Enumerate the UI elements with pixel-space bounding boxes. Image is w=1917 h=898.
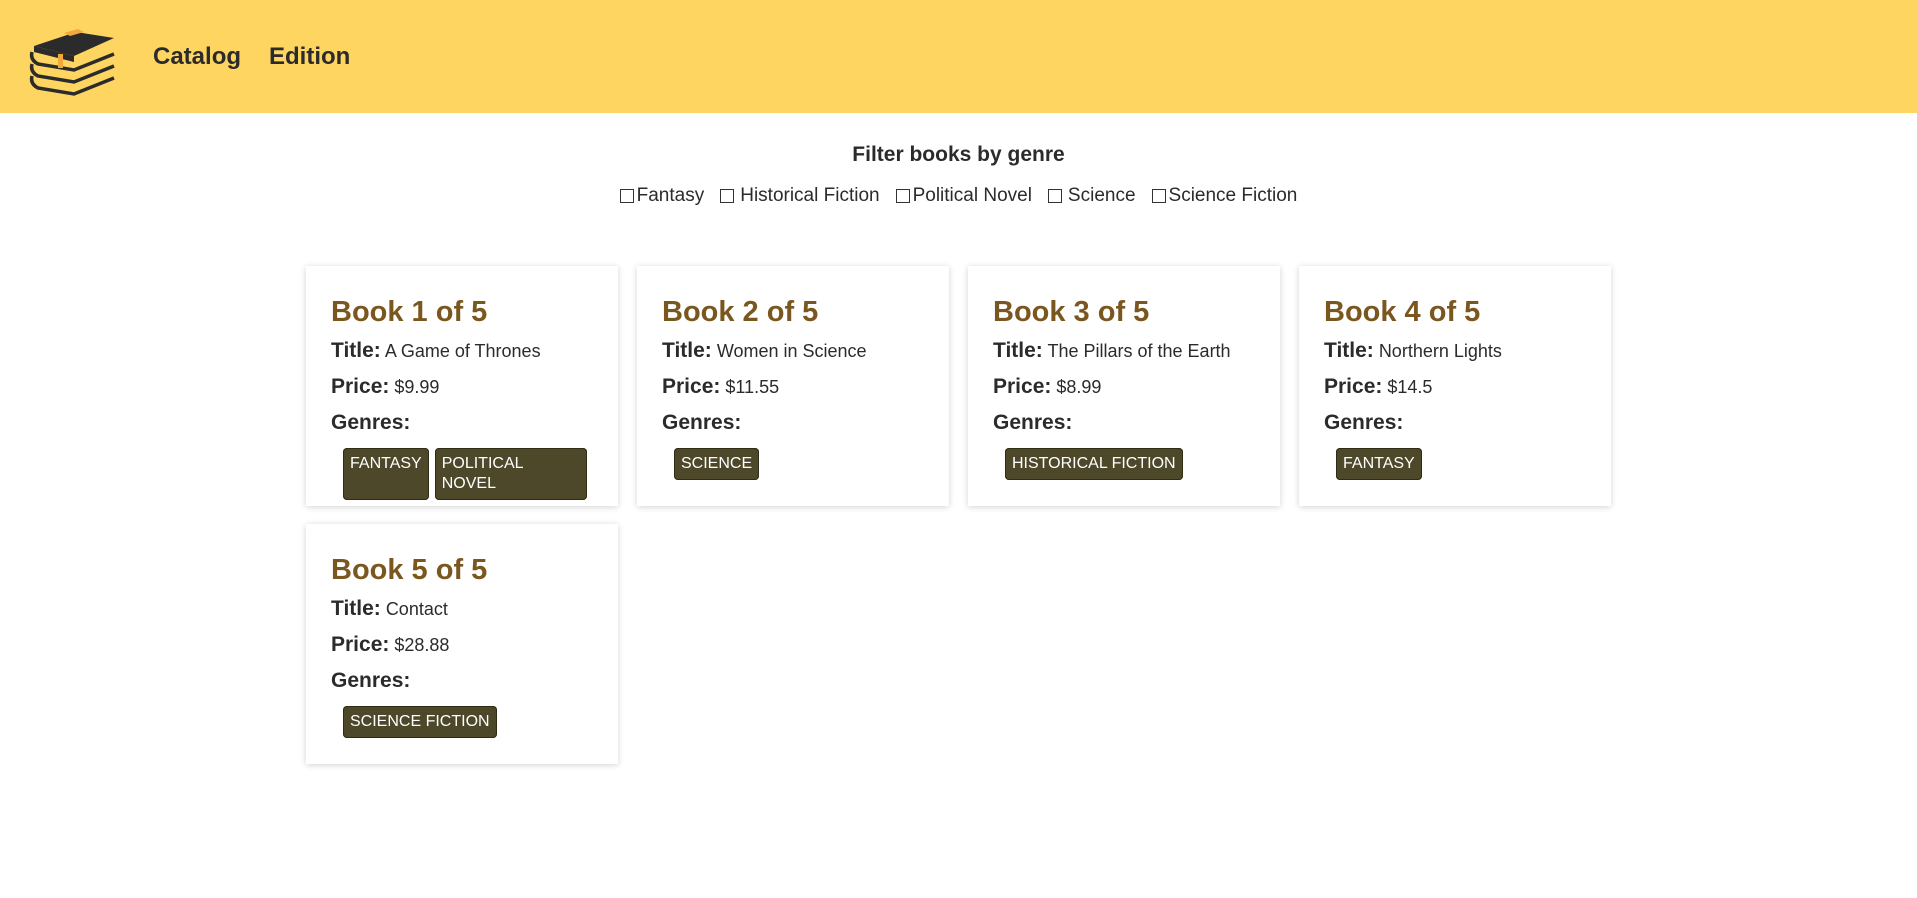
filter-option-label: Science xyxy=(1067,185,1136,206)
genre-tag: HISTORICAL FICTION xyxy=(1005,448,1183,480)
book-price-row: Price: $28.88 xyxy=(331,632,593,658)
genre-tag: FANTASY xyxy=(343,448,429,500)
filter-science-fiction[interactable]: Science Fiction xyxy=(1151,185,1298,207)
title-label: Title: xyxy=(331,339,381,362)
genre-tags: SCIENCE FICTION xyxy=(331,706,593,738)
filter-fantasy[interactable]: Fantasy xyxy=(619,185,705,207)
book-title-row: Title: Women in Science xyxy=(662,338,924,364)
genres-label: Genres: xyxy=(662,411,742,434)
genre-tag: POLITICAL NOVEL xyxy=(434,448,587,500)
title-label: Title: xyxy=(1324,339,1374,362)
filter-political-novel[interactable]: Political Novel xyxy=(895,185,1032,207)
filter-option-label: Historical Fiction xyxy=(740,185,880,206)
book-genres-row: Genres: xyxy=(993,410,1255,436)
nav-catalog-link[interactable]: Catalog xyxy=(153,43,241,71)
filter-option-label: Political Novel xyxy=(912,185,1032,206)
fantasy-checkbox[interactable] xyxy=(619,189,634,203)
book-price: $8.99 xyxy=(1056,377,1102,397)
book-price-row: Price: $11.55 xyxy=(662,374,924,400)
book-heading: Book 4 of 5 xyxy=(1324,296,1481,328)
price-label: Price: xyxy=(662,375,721,398)
book-title-row: Title: A Game of Thrones xyxy=(331,338,593,364)
title-label: Title: xyxy=(662,339,712,362)
price-label: Price: xyxy=(331,633,390,656)
top-navbar: Catalog Edition xyxy=(0,0,1917,113)
genres-label: Genres: xyxy=(331,669,411,692)
price-label: Price: xyxy=(993,375,1052,398)
book-price: $11.55 xyxy=(725,377,780,397)
price-label: Price: xyxy=(1324,375,1383,398)
genre-tag: SCIENCE xyxy=(674,448,760,480)
book-title-row: Title: Contact xyxy=(331,596,593,622)
genre-tags: FANTASY xyxy=(1324,448,1586,480)
filter-science[interactable]: Science xyxy=(1047,185,1136,207)
book-price-row: Price: $9.99 xyxy=(331,374,593,400)
filter-options: Fantasy Historical Fiction Political Nov… xyxy=(0,185,1917,207)
filter-option-label: Fantasy xyxy=(636,185,705,206)
genre-tags: HISTORICAL FICTION xyxy=(993,448,1255,480)
book-title: Women in Science xyxy=(716,341,867,361)
book-price-row: Price: $8.99 xyxy=(993,374,1255,400)
book-card: Book 2 of 5 Title: Women in Science Pric… xyxy=(637,266,949,506)
book-heading: Book 2 of 5 xyxy=(662,296,819,328)
book-title-row: Title: Northern Lights xyxy=(1324,338,1586,364)
genre-filter: Filter books by genre Fantasy Historical… xyxy=(0,143,1917,207)
book-heading: Book 5 of 5 xyxy=(331,554,488,586)
filter-historical-fiction[interactable]: Historical Fiction xyxy=(720,185,880,207)
book-genres-row: Genres: xyxy=(331,668,593,694)
genre-tag: FANTASY xyxy=(1336,448,1422,480)
book-title-row: Title: The Pillars of the Earth xyxy=(993,338,1255,364)
title-label: Title: xyxy=(993,339,1043,362)
book-genres-row: Genres: xyxy=(1324,410,1586,436)
book-card: Book 1 of 5 Title: A Game of Thrones Pri… xyxy=(306,266,618,506)
book-title: A Game of Thrones xyxy=(384,341,541,361)
book-price: $9.99 xyxy=(394,377,440,397)
book-card: Book 4 of 5 Title: Northern Lights Price… xyxy=(1299,266,1611,506)
book-card: Book 3 of 5 Title: The Pillars of the Ea… xyxy=(968,266,1280,506)
book-genres-row: Genres: xyxy=(331,410,593,436)
genres-label: Genres: xyxy=(331,411,411,434)
book-title: The Pillars of the Earth xyxy=(1047,341,1231,361)
book-heading: Book 3 of 5 xyxy=(993,296,1150,328)
historical-fiction-checkbox[interactable] xyxy=(720,189,735,203)
political-novel-checkbox[interactable] xyxy=(895,189,910,203)
books-stack-icon[interactable] xyxy=(28,18,116,96)
book-heading: Book 1 of 5 xyxy=(331,296,488,328)
filter-title: Filter books by genre xyxy=(852,143,1065,166)
title-label: Title: xyxy=(331,597,381,620)
science-checkbox[interactable] xyxy=(1047,189,1062,203)
genre-tags: SCIENCE xyxy=(662,448,924,480)
genres-label: Genres: xyxy=(993,411,1073,434)
nav-edition-link[interactable]: Edition xyxy=(269,43,350,71)
genre-tags: FANTASY POLITICAL NOVEL xyxy=(331,448,593,500)
main-nav: Catalog Edition xyxy=(141,43,350,71)
book-price: $28.88 xyxy=(394,635,450,655)
book-price: $14.5 xyxy=(1387,377,1433,397)
price-label: Price: xyxy=(331,375,390,398)
book-genres-row: Genres: xyxy=(662,410,924,436)
book-title: Contact xyxy=(385,599,448,619)
genres-label: Genres: xyxy=(1324,411,1404,434)
filter-option-label: Science Fiction xyxy=(1168,185,1298,206)
science-fiction-checkbox[interactable] xyxy=(1151,189,1166,203)
book-title: Northern Lights xyxy=(1378,341,1502,361)
genre-tag: SCIENCE FICTION xyxy=(343,706,497,738)
book-card: Book 5 of 5 Title: Contact Price: $28.88… xyxy=(306,524,618,764)
book-price-row: Price: $14.5 xyxy=(1324,374,1586,400)
